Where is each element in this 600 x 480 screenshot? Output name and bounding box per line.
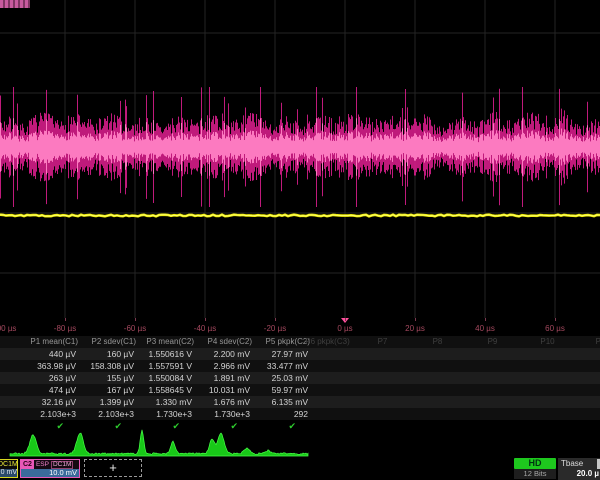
corner-trace-label <box>0 0 30 8</box>
stat-value: 2.103e+3 <box>78 408 134 420</box>
stat-value: 363.98 µV <box>20 360 76 372</box>
stat-value: 33.477 mV <box>252 360 308 372</box>
timebase-label: Tbase <box>558 458 600 469</box>
c1-scale-value: 0 mV <box>0 469 17 477</box>
stat-value: 1.730e+3 <box>194 408 250 420</box>
plus-icon: + <box>109 460 117 475</box>
stat-value: 1.558645 V <box>136 384 192 396</box>
param-header-p1[interactable]: P1 mean(C1) <box>20 336 78 348</box>
hd-label: HD <box>514 458 556 469</box>
stat-value: 10.031 mV <box>194 384 250 396</box>
stat-value: 440 µV <box>20 348 76 360</box>
param-header-p6[interactable]: P6 pkpk(C3) <box>300 336 355 348</box>
stat-value: 2.200 mV <box>194 348 250 360</box>
table-row-num: 2.103e+3 2.103e+3 1.730e+3 1.730e+3 292 <box>0 408 600 420</box>
c2-tag-esp: ESP <box>36 461 49 468</box>
stat-value: 292 <box>252 408 308 420</box>
param-header-p2[interactable]: P2 sdev(C1) <box>78 336 136 348</box>
param-header-p8[interactable]: P8 <box>410 336 465 348</box>
param-header-p4[interactable]: P4 sdev(C2) <box>194 336 252 348</box>
axis-tick <box>205 318 206 321</box>
stat-value: 59.97 mV <box>252 384 308 396</box>
stat-value: 1.676 mV <box>194 396 250 408</box>
time-axis-label: -60 µs <box>124 324 146 333</box>
c2-channel-badge: C2 <box>21 460 34 469</box>
axis-tick <box>555 318 556 321</box>
time-axis-label: 20 µs <box>405 324 425 333</box>
stat-value: 1.399 µV <box>78 396 134 408</box>
stat-value: 1.730e+3 <box>136 408 192 420</box>
stat-value: 1.557591 V <box>136 360 192 372</box>
timebase-value: 20.0 µ <box>558 469 600 480</box>
time-axis-label: 0 µs <box>337 324 352 333</box>
stat-value: 27.97 mV <box>252 348 308 360</box>
bottom-bar: DC1M 0 mV C2 ESP DC1M 10.0 mV + HD 12 Bi… <box>0 458 600 480</box>
measurement-histogram <box>0 429 600 457</box>
time-axis-label: -80 µs <box>54 324 76 333</box>
axis-tick <box>275 318 276 321</box>
table-row-mean: 363.98 µV 158.308 µV 1.557591 V 2.966 mV… <box>0 360 600 372</box>
stat-value: 6.135 mV <box>252 396 308 408</box>
table-row-min: 263 µV 155 µV 1.550084 V 1.891 mV 25.03 … <box>0 372 600 384</box>
stat-value: 155 µV <box>78 372 134 384</box>
time-axis-label: -40 µs <box>194 324 216 333</box>
axis-tick <box>135 318 136 321</box>
stat-value: 25.03 mV <box>252 372 308 384</box>
param-header-p10[interactable]: P10 <box>520 336 575 348</box>
stat-value: 1.891 mV <box>194 372 250 384</box>
axis-tick <box>415 318 416 321</box>
stat-value: 160 µV <box>78 348 134 360</box>
param-header-p3[interactable]: P3 mean(C2) <box>136 336 194 348</box>
stat-value: 32.16 µV <box>20 396 76 408</box>
time-axis-label: 60 µs <box>545 324 565 333</box>
param-header-p9[interactable]: P9 <box>465 336 520 348</box>
stat-value: 158.308 µV <box>78 360 134 372</box>
param-header-p7[interactable]: P7 <box>355 336 410 348</box>
stat-value: 263 µV <box>20 372 76 384</box>
c1-coupling-label: DC1M <box>0 460 17 469</box>
axis-tick <box>485 318 486 321</box>
hd-mode-badge[interactable]: HD 12 Bits <box>514 458 556 480</box>
oscilloscope-screen: -100 µs -80 µs -60 µs -40 µs -20 µs 0 µs… <box>0 0 600 480</box>
table-row-max: 474 µV 167 µV 1.558645 V 10.031 mV 59.97… <box>0 384 600 396</box>
stat-value: 1.550084 V <box>136 372 192 384</box>
param-header-p11[interactable]: P11 <box>575 336 600 348</box>
channel-c1-descriptor[interactable]: DC1M 0 mV <box>0 459 18 478</box>
stat-value: 167 µV <box>78 384 134 396</box>
waveform-display <box>0 0 600 318</box>
stat-value: 2.966 mV <box>194 360 250 372</box>
table-row-sdev: 32.16 µV 1.399 µV 1.330 mV 1.676 mV 6.13… <box>0 396 600 408</box>
stat-value: 474 µV <box>20 384 76 396</box>
stat-value: 1.550616 V <box>136 348 192 360</box>
table-header-row: P1 mean(C1) P2 sdev(C1) P3 mean(C2) P4 s… <box>0 336 600 348</box>
time-axis-label: -100 µs <box>0 324 16 333</box>
axis-tick <box>345 318 346 321</box>
stat-value: 1.330 mV <box>136 396 192 408</box>
time-axis: -100 µs -80 µs -60 µs -40 µs -20 µs 0 µs… <box>0 318 600 336</box>
measurement-table: P1 mean(C1) P2 sdev(C1) P3 mean(C2) P4 s… <box>0 336 600 432</box>
add-trace-button[interactable]: + <box>84 459 142 477</box>
c2-scale-value: 10.0 mV <box>21 469 79 477</box>
time-axis-label: 40 µs <box>475 324 495 333</box>
time-axis-label: -20 µs <box>264 324 286 333</box>
table-row-value: 440 µV 160 µV 1.550616 V 2.200 mV 27.97 … <box>0 348 600 360</box>
channel-c2-descriptor[interactable]: C2 ESP DC1M 10.0 mV <box>20 459 80 478</box>
axis-tick <box>65 318 66 321</box>
stat-value: 2.103e+3 <box>20 408 76 420</box>
timebase-descriptor[interactable]: Tbase 20.0 µ <box>558 458 600 480</box>
hd-bits-label: 12 Bits <box>514 469 556 479</box>
